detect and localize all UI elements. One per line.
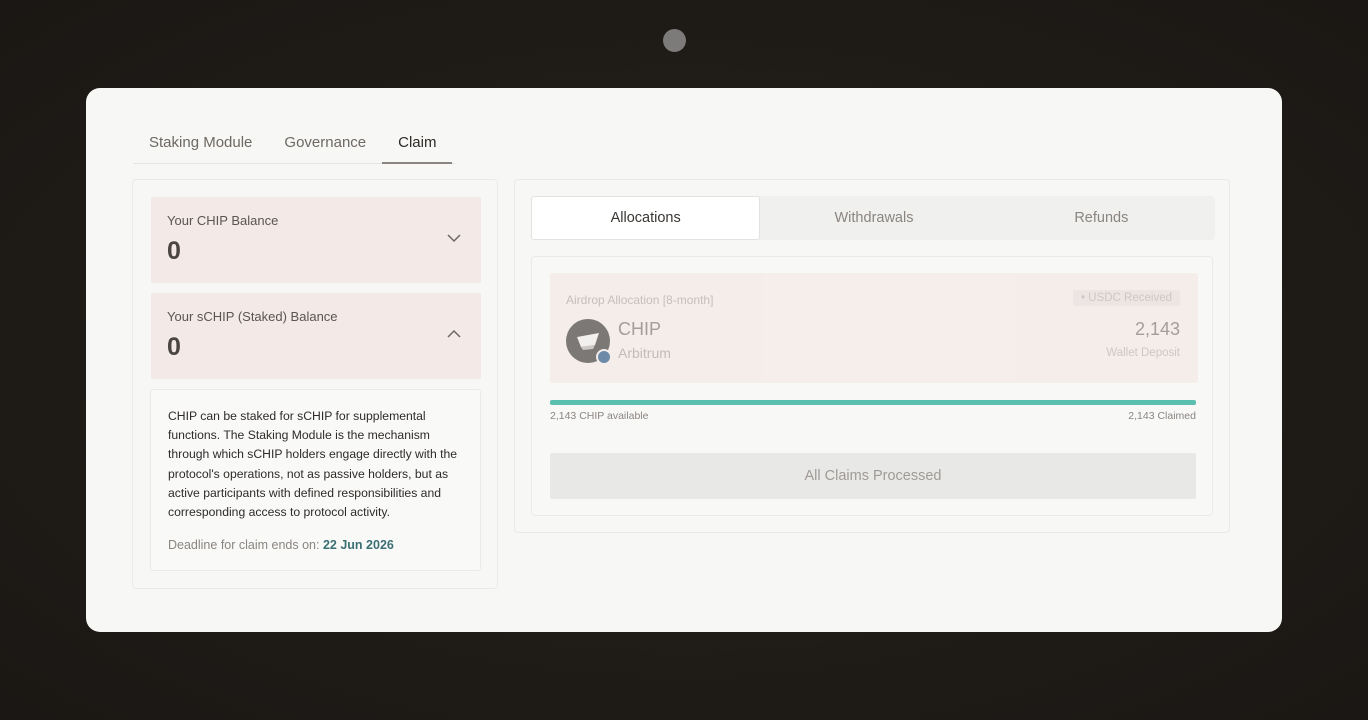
balance-panel: Your CHIP Balance 0 Your sCHIP (Staked) … bbox=[132, 179, 498, 589]
amount-label: Wallet Deposit bbox=[1106, 347, 1180, 359]
schip-balance-label: Your sCHIP (Staked) Balance bbox=[167, 309, 338, 324]
allocation-item: Airdrop Allocation [8-month] • USDC Rece… bbox=[550, 273, 1198, 383]
tab-allocations[interactable]: Allocations bbox=[531, 196, 761, 240]
token-chain: Arbitrum bbox=[618, 345, 671, 361]
segment-tabs: Allocations Withdrawals Refunds bbox=[531, 196, 1215, 240]
chip-balance-label: Your CHIP Balance bbox=[167, 213, 279, 228]
app-window: Staking Module Governance Claim Your CHI… bbox=[86, 88, 1282, 632]
allocation-card: Airdrop Allocation [8-month] • USDC Rece… bbox=[531, 256, 1213, 516]
tab-staking-module[interactable]: Staking Module bbox=[133, 128, 268, 164]
schip-balance-card[interactable]: Your sCHIP (Staked) Balance 0 bbox=[151, 293, 481, 379]
deadline-date: 22 Jun 2026 bbox=[322, 538, 394, 552]
tab-claim[interactable]: Claim bbox=[382, 128, 453, 164]
tab-refunds[interactable]: Refunds bbox=[988, 196, 1215, 240]
staking-info-box: CHIP can be staked for sCHIP for supplem… bbox=[150, 389, 481, 571]
deadline-prefix: Deadline for claim ends on: bbox=[168, 538, 320, 552]
allocation-amount: 2,143 bbox=[1134, 319, 1180, 339]
schip-balance-value: 0 bbox=[167, 333, 181, 361]
chevron-up-icon[interactable] bbox=[447, 329, 461, 339]
token-name: CHIP bbox=[618, 319, 662, 339]
staking-description: CHIP can be staked for sCHIP for supplem… bbox=[168, 409, 458, 520]
tab-withdrawals[interactable]: Withdrawals bbox=[760, 196, 987, 240]
chip-balance-value: 0 bbox=[167, 237, 181, 265]
top-tab-bar: Staking Module Governance Claim bbox=[133, 128, 455, 164]
arbitrum-chain-icon bbox=[596, 349, 612, 365]
all-claims-processed-button[interactable]: All Claims Processed bbox=[550, 453, 1196, 499]
available-label: 2,143 CHIP available bbox=[550, 410, 649, 422]
tab-governance[interactable]: Governance bbox=[268, 128, 382, 164]
claims-panel: Allocations Withdrawals Refunds Airdrop … bbox=[514, 179, 1230, 533]
chevron-down-icon[interactable] bbox=[447, 233, 461, 243]
claim-progress-fill bbox=[550, 400, 1196, 405]
status-badge: • USDC Received bbox=[1073, 290, 1180, 306]
chip-balance-card[interactable]: Your CHIP Balance 0 bbox=[151, 197, 481, 283]
allocation-title: Airdrop Allocation [8-month] bbox=[566, 293, 714, 307]
claim-deadline: Deadline for claim ends on: 22 Jun 2026 bbox=[168, 538, 394, 552]
chip-token-icon bbox=[566, 319, 612, 365]
claimed-label: 2,143 Claimed bbox=[1128, 410, 1196, 422]
camera-dot bbox=[663, 29, 686, 52]
claim-progress-bar bbox=[550, 400, 1196, 405]
